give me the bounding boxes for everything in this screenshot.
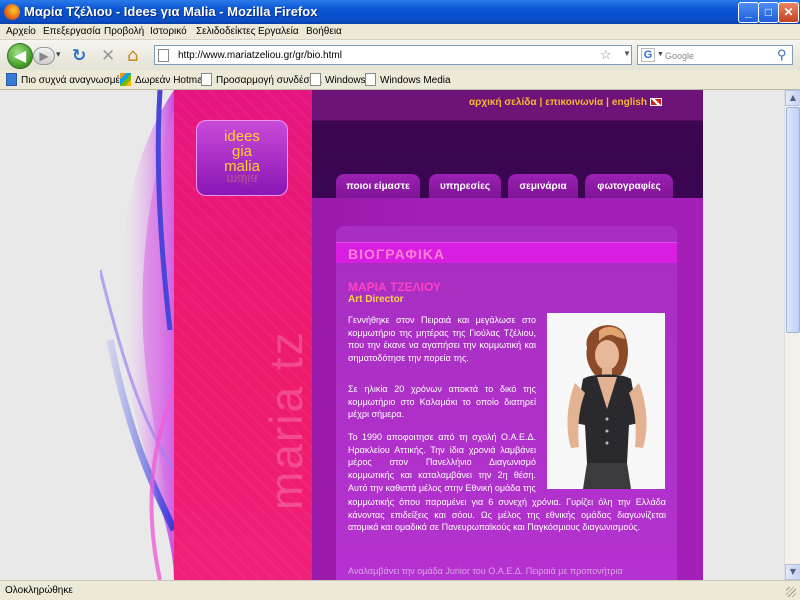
status-bar: Ολοκληρώθηκε [0, 580, 800, 600]
logo-text: idees [224, 128, 260, 145]
link-contact[interactable]: επικοινωνία [545, 97, 603, 108]
site-logo[interactable]: idees gia malia malia [196, 120, 288, 196]
tab-about-us[interactable]: ποιοι είμαστε [336, 174, 420, 198]
search-placeholder: Google [665, 51, 695, 61]
site-left-column: idees gia malia malia maria tz [174, 90, 312, 580]
person-role: Art Director [348, 294, 404, 305]
tab-services[interactable]: υπηρεσίες [429, 174, 501, 198]
menu-history[interactable]: Ιστορικό [150, 26, 187, 37]
vertical-scrollbar[interactable]: ▲ ▼ [784, 90, 800, 580]
uk-flag-icon[interactable] [649, 98, 662, 106]
menu-tools[interactable]: Εργαλεία [258, 26, 299, 37]
bookmarks-toolbar: Πιο συχνά αναγνωσμέ... Δωρεάν Hotmail Πρ… [0, 70, 800, 90]
back-arrow-icon[interactable]: ◀ [7, 43, 33, 69]
window-title: Μαρία Τζέλιου - Idees για Malia - Mozill… [24, 4, 318, 19]
title-bar: Μαρία Τζέλιου - Idees για Malia - Mozill… [0, 0, 800, 24]
search-icon[interactable]: ⚲ [777, 47, 787, 63]
tab-photos[interactable]: φωτογραφίες [585, 174, 673, 198]
forward-arrow-icon[interactable]: ▶ [33, 47, 55, 65]
decorative-swirl [100, 90, 174, 580]
menu-bar: Αρχείο Επεξεργασία Προβολή Ιστορικό Σελι… [0, 24, 800, 40]
stop-icon[interactable]: ✕ [101, 46, 115, 66]
reload-icon[interactable]: ↻ [72, 46, 86, 66]
resize-grip[interactable] [786, 587, 796, 597]
link-home[interactable]: αρχική σελίδα [469, 97, 536, 108]
portrait-photo [547, 313, 665, 489]
maximize-button[interactable]: □ [758, 2, 779, 23]
logo-text: gia [231, 143, 253, 160]
link-english[interactable]: english [612, 97, 647, 108]
link-separator: | [606, 97, 609, 108]
bookmark-windows-media[interactable]: Windows Media [365, 73, 451, 86]
close-button[interactable]: ✕ [778, 2, 799, 23]
bookmark-most-visited[interactable]: Πιο συχνά αναγνωσμέ... [6, 73, 128, 86]
page-viewport: idees gia malia malia maria tz αρχική σε… [0, 90, 784, 580]
bookmark-customize-links[interactable]: Προσαρμογή συνδέσε... [201, 73, 322, 86]
menu-view[interactable]: Προβολή [104, 26, 144, 37]
section-title: ΒΙΟΓΡΑΦΙΚΑ [348, 246, 445, 262]
history-dropdown-icon[interactable]: ▾ [56, 50, 61, 60]
person-name: ΜΑΡΙΑ ΤΖΕΛΙΟΥ [348, 280, 442, 294]
section-header: ΒΙΟΓΡΑΦΙΚΑ [336, 242, 677, 263]
page-icon [365, 73, 376, 86]
address-bar[interactable]: http://www.mariatzeliou.gr/gr/bio.html ☆… [154, 45, 632, 65]
vertical-watermark-text: maria tz [260, 330, 312, 510]
home-icon[interactable]: ⌂ [127, 45, 138, 66]
bio-paragraph: Το 1990 αποφοιτησε από τη σχολή Ο.Α.Ε.Δ.… [348, 432, 536, 493]
bio-paragraph: Γεννήθηκε στον Πειραιά και μεγάλωσε στο … [348, 315, 536, 364]
link-separator: | [539, 97, 543, 108]
menu-help[interactable]: Βοήθεια [306, 26, 342, 37]
logo-reflection: malia [226, 172, 258, 187]
minimize-button[interactable]: _ [738, 2, 759, 23]
bookmark-windows[interactable]: Windows [310, 73, 366, 86]
status-text: Ολοκληρώθηκε [5, 585, 73, 596]
bio-paragraph: Αναλαμβάνει την ομάδα Junior του Ο.Α.Ε.Δ… [348, 566, 623, 576]
windows-icon [120, 73, 131, 86]
bio-paragraph: Σε ηλικία 20 χρόνων αποκτά το δικό της κ… [348, 384, 536, 420]
menu-edit[interactable]: Επεξεργασία [43, 26, 101, 37]
site-content-area: ΒΙΟΓΡΑΦΙΚΑ ΜΑΡΙΑ ΤΖΕΛΙΟΥ Art Director Γε… [312, 198, 703, 580]
top-links: αρχική σελίδα | επικοινωνία | english [469, 97, 662, 108]
bookmark-star-icon[interactable]: ☆ [600, 47, 612, 63]
page-icon [201, 73, 212, 86]
bookmark-hotmail[interactable]: Δωρεάν Hotmail [120, 73, 207, 86]
firefox-icon [4, 4, 20, 20]
scroll-thumb[interactable] [786, 107, 800, 333]
google-icon[interactable]: G [641, 48, 655, 62]
page-icon [310, 73, 321, 86]
bookmark-folder-icon [6, 73, 17, 86]
menu-file[interactable]: Αρχείο [6, 26, 36, 37]
bio-paragraph: κομμωτικής όπου παραμένει για 6 συνεχή χ… [348, 497, 666, 533]
scroll-up-button[interactable]: ▲ [785, 90, 800, 106]
url-text[interactable]: http://www.mariatzeliou.gr/gr/bio.html [178, 50, 342, 61]
scroll-down-button[interactable]: ▼ [785, 564, 800, 580]
search-engine-dropdown-icon[interactable]: ▼ [657, 51, 664, 58]
search-input[interactable]: G ▼ Google ⚲ [637, 45, 793, 65]
menu-bookmarks[interactable]: Σελιδοδείκτες [196, 26, 255, 37]
url-dropdown-icon[interactable]: ▼ [623, 49, 631, 58]
page-icon [158, 49, 169, 62]
content-panel: ΒΙΟΓΡΑΦΙΚΑ ΜΑΡΙΑ ΤΖΕΛΙΟΥ Art Director Γε… [336, 226, 677, 580]
site-header: αρχική σελίδα | επικοινωνία | english ποιοι … [312, 90, 703, 198]
tab-seminars[interactable]: σεμινάρια [508, 174, 578, 198]
